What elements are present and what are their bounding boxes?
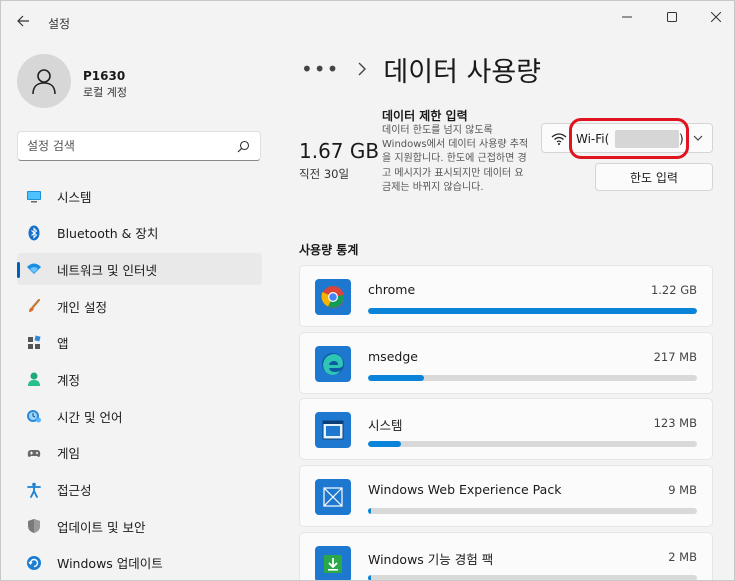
close-button[interactable] bbox=[693, 1, 734, 33]
usage-bar bbox=[368, 308, 697, 314]
settings-window: 설정 P1630 로컬 계정 시스템 bbox=[0, 0, 735, 581]
app-usage-size: 9 MB bbox=[668, 483, 697, 498]
usage-bar bbox=[368, 574, 697, 580]
close-icon bbox=[711, 12, 721, 22]
chrome-icon bbox=[315, 279, 351, 315]
web-experience-icon bbox=[315, 479, 351, 516]
system-app-icon bbox=[315, 412, 351, 449]
data-limit-description: 데이터 한도를 넘지 않도록 Windows에서 데이터 사용량 추적을 지원합… bbox=[382, 125, 529, 193]
app-usage-list: chrome 1.22 GB msedge 217 MB 시스템 123 MB … bbox=[299, 265, 713, 580]
gaming-icon bbox=[26, 445, 42, 461]
sidebar-item-label: Bluetooth & 장치 bbox=[57, 226, 159, 242]
time-language-icon bbox=[26, 408, 42, 424]
app-name: Windows 기능 경험 팩 bbox=[368, 551, 494, 567]
sidebar-item-label: 네트워크 및 인터넷 bbox=[57, 262, 157, 278]
page-title: 데이터 사용량 bbox=[383, 56, 542, 88]
sidebar-item-label: 시스템 bbox=[57, 189, 92, 205]
list-item[interactable]: Windows 기능 경험 팩 2 MB bbox=[299, 531, 713, 580]
feature-pack-icon bbox=[315, 545, 351, 580]
chevron-right-icon bbox=[358, 62, 367, 76]
edge-icon bbox=[315, 345, 351, 382]
accounts-icon bbox=[26, 371, 42, 387]
profile-name: P1630 bbox=[83, 69, 126, 83]
app-usage-size: 123 MB bbox=[653, 416, 697, 431]
app-usage-size: 2 MB bbox=[668, 549, 697, 564]
sidebar-item-label: 게임 bbox=[57, 446, 81, 462]
sidebar-item-time-language[interactable]: 시간 및 언어 bbox=[17, 400, 262, 432]
profile-account-type: 로컬 계정 bbox=[83, 86, 127, 99]
usage-bar bbox=[368, 508, 697, 515]
usage-bar-fill bbox=[368, 374, 424, 381]
sidebar-item-network[interactable]: 네트워크 및 인터넷 bbox=[17, 253, 262, 286]
sidebar-item-label: 개인 설정 bbox=[57, 299, 107, 315]
sidebar-item-personalization[interactable]: 개인 설정 bbox=[17, 290, 262, 322]
sidebar-item-accounts[interactable]: 계정 bbox=[17, 363, 262, 395]
annotation-highlight bbox=[569, 118, 689, 159]
usage-bar bbox=[368, 441, 697, 448]
app-name: Windows Web Experience Pack bbox=[368, 482, 562, 498]
total-usage-value: 1.67 GB bbox=[299, 139, 380, 163]
apps-icon bbox=[26, 335, 42, 351]
breadcrumb-overflow-button[interactable]: ••• bbox=[301, 59, 339, 79]
total-usage-period: 직전 30일 bbox=[299, 167, 350, 181]
usage-bar-fill bbox=[368, 441, 401, 448]
sidebar-item-label: 계정 bbox=[57, 372, 81, 388]
sidebar-item-label: 업데이트 및 보안 bbox=[57, 519, 146, 535]
usage-stats-title: 사용량 통계 bbox=[299, 243, 359, 257]
data-limit-title: 데이터 제한 입력 bbox=[382, 109, 468, 123]
sidebar-item-gaming[interactable]: 게임 bbox=[17, 437, 262, 469]
back-arrow-icon bbox=[17, 15, 29, 27]
shield-icon bbox=[26, 518, 42, 534]
sidebar-item-label: 앱 bbox=[57, 336, 69, 352]
wifi-icon bbox=[551, 133, 567, 145]
app-name: chrome bbox=[368, 282, 416, 297]
sidebar-item-accessibility[interactable]: 접근성 bbox=[17, 474, 262, 506]
sidebar-nav: 시스템 Bluetooth & 장치 네트워크 및 인터넷 개인 설정 앱 계정… bbox=[17, 180, 262, 580]
app-usage-size: 217 MB bbox=[653, 349, 697, 364]
minimize-icon bbox=[622, 16, 632, 18]
sidebar-item-update-security[interactable]: 업데이트 및 보안 bbox=[17, 510, 262, 542]
sidebar-item-windows-update[interactable]: Windows 업데이트 bbox=[17, 547, 262, 579]
sidebar-item-bluetooth[interactable]: Bluetooth & 장치 bbox=[17, 217, 262, 249]
app-name: 시스템 bbox=[368, 418, 403, 434]
list-item[interactable]: 시스템 123 MB bbox=[299, 398, 713, 461]
user-icon bbox=[32, 69, 56, 95]
title-bar: 설정 bbox=[1, 1, 734, 37]
minimize-button[interactable] bbox=[604, 1, 650, 33]
accessibility-icon bbox=[26, 482, 42, 498]
breadcrumb: ••• 데이터 사용량 bbox=[301, 49, 541, 89]
system-icon bbox=[26, 188, 42, 204]
enter-limit-button[interactable]: 한도 입력 bbox=[595, 163, 713, 191]
app-title: 설정 bbox=[48, 17, 71, 31]
list-item[interactable]: Windows Web Experience Pack 9 MB bbox=[299, 465, 713, 528]
sidebar-item-label: Windows 업데이트 bbox=[57, 556, 163, 572]
app-name: msedge bbox=[368, 348, 418, 364]
sidebar-item-label: 접근성 bbox=[57, 483, 92, 498]
brush-icon bbox=[26, 298, 42, 314]
search-input[interactable] bbox=[27, 137, 227, 155]
usage-bar-fill bbox=[368, 508, 371, 515]
sidebar-item-apps[interactable]: 앱 bbox=[17, 327, 262, 359]
sidebar-item-system[interactable]: 시스템 bbox=[17, 180, 262, 212]
bluetooth-icon bbox=[26, 225, 42, 241]
list-item[interactable]: chrome 1.22 GB bbox=[299, 265, 713, 327]
chevron-down-icon bbox=[693, 135, 703, 141]
usage-bar-fill bbox=[368, 574, 371, 580]
avatar[interactable] bbox=[17, 54, 71, 108]
sidebar-item-label: 시간 및 언어 bbox=[57, 409, 123, 425]
search-box[interactable] bbox=[17, 131, 261, 161]
app-usage-size: 1.22 GB bbox=[650, 283, 697, 297]
maximize-icon bbox=[667, 12, 677, 22]
windows-update-icon bbox=[26, 555, 42, 571]
usage-bar bbox=[368, 374, 697, 381]
network-icon bbox=[26, 261, 42, 277]
search-icon[interactable] bbox=[237, 140, 250, 153]
usage-bar-fill bbox=[368, 308, 697, 314]
maximize-button[interactable] bbox=[649, 1, 695, 33]
back-button[interactable] bbox=[9, 7, 37, 35]
list-item[interactable]: msedge 217 MB bbox=[299, 331, 713, 394]
